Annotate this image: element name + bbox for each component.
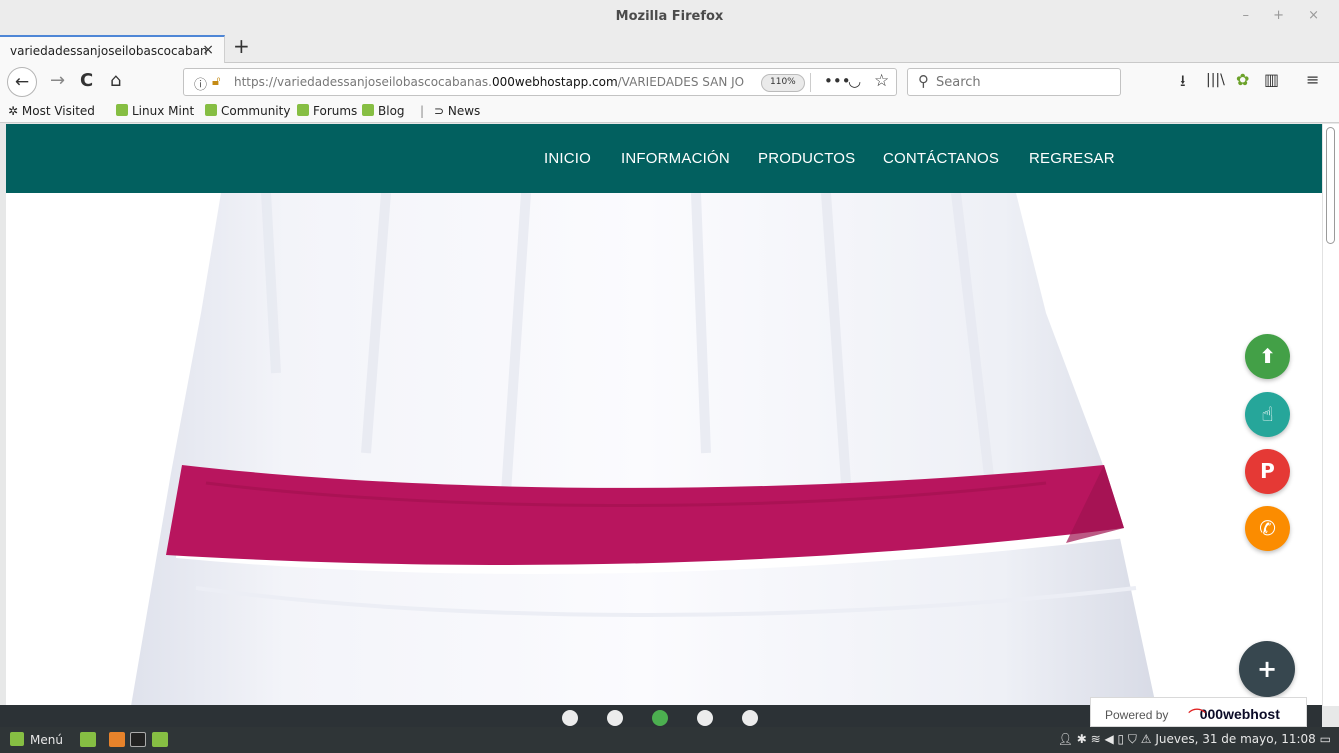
new-tab-button[interactable]: + xyxy=(233,34,250,58)
add-fab[interactable]: + xyxy=(1239,641,1295,697)
url-domain: 000webhostapp.com xyxy=(491,75,618,89)
gear-icon: ✲ xyxy=(8,104,22,118)
workspace-icon[interactable]: ▭ xyxy=(1320,732,1331,746)
tab-strip: variedadessanjoseilobascocaban × xyxy=(0,33,1339,63)
sidebar-icon[interactable]: ▥ xyxy=(1264,70,1279,89)
system-taskbar: Menú 👤︎ ✱ ≋ ◀ ▯ ⛉ ⚠ Jueves, 31 de mayo, … xyxy=(0,727,1339,753)
window-controls[interactable]: – + × xyxy=(1242,8,1329,23)
library-icon[interactable]: |||\ xyxy=(1206,72,1225,88)
bluetooth-icon[interactable]: ✱ xyxy=(1077,732,1091,746)
nav-inicio[interactable]: INICIO xyxy=(544,150,591,167)
carousel-dot[interactable] xyxy=(607,710,623,726)
menu-label: Menú xyxy=(30,733,63,747)
bookmark-community[interactable]: Community xyxy=(205,104,290,118)
bookmark-most-visited[interactable]: ✲ Most Visited xyxy=(8,104,95,118)
url-text[interactable]: https://variedadessanjoseilobascocabanas… xyxy=(234,75,744,89)
insecure-lock-icon[interactable]: 🔓︎ xyxy=(212,74,220,89)
show-desktop-icon[interactable] xyxy=(80,732,96,747)
bookmark-label: Community xyxy=(221,104,291,118)
tab-close-icon[interactable]: × xyxy=(202,42,214,58)
carousel-dot[interactable] xyxy=(562,710,578,726)
phone-fab[interactable]: ✆ xyxy=(1245,506,1290,551)
mint-icon xyxy=(297,104,309,116)
site-navbar: INICIO INFORMACIÓN PRODUCTOS CONTÁCTANOS… xyxy=(6,124,1322,193)
forward-button[interactable]: → xyxy=(50,70,65,91)
bookmark-label: Linux Mint xyxy=(132,104,195,118)
system-tray: 👤︎ ✱ ≋ ◀ ▯ ⛉ ⚠ Jueves, 31 de mayo, 11:08… xyxy=(1058,732,1331,747)
files-icon[interactable] xyxy=(152,732,168,747)
url-prefix: https://variedadessanjoseilobascocabanas… xyxy=(234,75,492,89)
url-suffix: /VARIEDADES SAN JOSÉ/\ xyxy=(617,75,744,89)
url-bar[interactable]: ⓘ 🔓︎ https://variedadessanjoseilobascoca… xyxy=(183,68,897,96)
battery-icon[interactable]: ▯ xyxy=(1118,732,1128,746)
reload-button[interactable]: C xyxy=(80,70,93,91)
upload-fab[interactable]: ⬆ xyxy=(1245,334,1290,379)
rss-icon: ⊃ xyxy=(434,104,448,118)
bookmark-linux-mint[interactable]: Linux Mint xyxy=(116,104,194,118)
menu-icon[interactable]: ≡ xyxy=(1306,70,1319,89)
carousel-dot[interactable] xyxy=(697,710,713,726)
download-icon[interactable]: ⭳ xyxy=(1180,70,1186,97)
terminal-icon[interactable] xyxy=(130,732,146,747)
parking-icon: P xyxy=(1260,459,1275,483)
shield-icon[interactable]: ⛉ xyxy=(1128,732,1141,746)
bookmark-label: News xyxy=(447,104,481,118)
touch-icon: ☝ xyxy=(1261,402,1274,426)
hero-dress-image xyxy=(6,193,1322,706)
wifi-icon[interactable]: ≋ xyxy=(1091,732,1105,746)
mint-icon xyxy=(116,104,128,116)
mint-icon xyxy=(205,104,217,116)
powered-brand: 000webhost xyxy=(1199,706,1280,722)
upload-icon: ⬆ xyxy=(1259,344,1276,368)
user-icon[interactable]: 👤︎ xyxy=(1058,732,1073,746)
nav-informacion[interactable]: INFORMACIÓN xyxy=(621,150,730,167)
clock[interactable]: Jueves, 31 de mayo, 11:08 xyxy=(1155,732,1316,746)
pocket-icon[interactable]: ◡ xyxy=(848,72,861,90)
info-icon[interactable]: ⓘ xyxy=(194,74,207,93)
powered-by-badge[interactable]: Powered by ⌒ 000webhost xyxy=(1090,697,1307,728)
bookmark-blog[interactable]: Blog xyxy=(362,104,405,118)
search-box[interactable]: ⚲ xyxy=(907,68,1121,96)
search-icon: ⚲ xyxy=(918,72,929,90)
home-button[interactable]: ⌂ xyxy=(110,70,121,91)
search-input[interactable] xyxy=(936,73,1106,91)
bookmark-forums[interactable]: Forums xyxy=(297,104,357,118)
extension-icon[interactable]: ✿ xyxy=(1236,70,1249,89)
navigation-toolbar: ← → C ⌂ ⓘ 🔓︎ https://variedadessanjoseil… xyxy=(0,63,1339,101)
carousel-dot[interactable] xyxy=(652,710,668,726)
page-viewport: INICIO INFORMACIÓN PRODUCTOS CONTÁCTANOS… xyxy=(6,124,1322,706)
active-tab[interactable]: variedadessanjoseilobascocaban × xyxy=(0,35,225,63)
mint-icon xyxy=(10,732,24,746)
touch-fab[interactable]: ☝ xyxy=(1245,392,1290,437)
window-title: Mozilla Firefox xyxy=(615,9,724,24)
start-menu-button[interactable]: Menú xyxy=(10,732,63,747)
volume-icon[interactable]: ◀ xyxy=(1104,732,1117,746)
bookmark-label: Most Visited xyxy=(21,104,95,118)
zoom-badge[interactable]: 110% xyxy=(761,74,805,92)
page-actions-icon[interactable]: ••• xyxy=(824,72,851,90)
nav-contactanos[interactable]: CONTÁCTANOS xyxy=(883,150,999,167)
powered-by-label: Powered by xyxy=(1105,708,1169,722)
bookmark-separator: | xyxy=(420,104,425,118)
bookmark-label: Blog xyxy=(378,104,405,118)
bookmark-label: Forums xyxy=(313,104,358,118)
url-divider xyxy=(810,73,811,92)
bookmarks-toolbar: ✲ Most Visited Linux Mint Community Foru… xyxy=(0,101,1339,123)
bookmark-news[interactable]: ⊃ News xyxy=(434,104,480,118)
phone-icon: ✆ xyxy=(1259,516,1276,540)
nav-regresar[interactable]: REGRESAR xyxy=(1029,150,1115,167)
carousel-dot[interactable] xyxy=(742,710,758,726)
plus-icon: + xyxy=(1256,655,1278,683)
firefox-icon[interactable] xyxy=(109,732,125,747)
update-icon[interactable]: ⚠ xyxy=(1141,732,1156,746)
back-button[interactable]: ← xyxy=(7,67,37,97)
window-titlebar: Mozilla Firefox – + × xyxy=(0,0,1339,33)
mint-icon xyxy=(362,104,374,116)
vertical-scrollbar[interactable] xyxy=(1322,124,1339,706)
tab-title: variedadessanjoseilobascocaban xyxy=(10,44,208,58)
bookmark-star-icon[interactable]: ☆ xyxy=(874,71,889,91)
parking-fab[interactable]: P xyxy=(1245,449,1290,494)
nav-productos[interactable]: PRODUCTOS xyxy=(758,150,855,167)
scrollbar-thumb[interactable] xyxy=(1326,127,1335,244)
